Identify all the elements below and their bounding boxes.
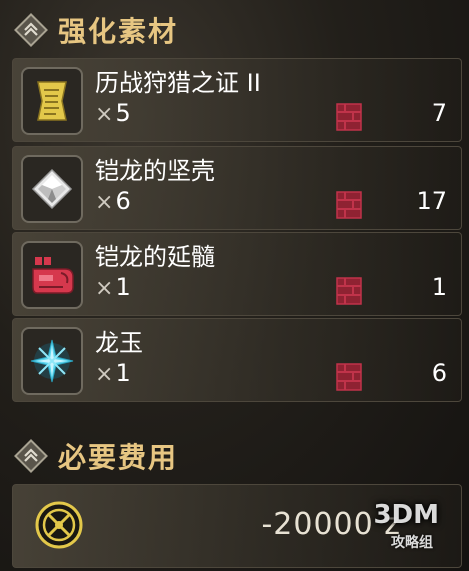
material-icon-frame xyxy=(21,241,83,309)
item-box-icon xyxy=(336,277,362,305)
material-row[interactable]: 铠龙的延髓 ×1 1 xyxy=(12,232,462,316)
material-icon-frame xyxy=(21,327,83,395)
material-row[interactable]: 铠龙的坚壳 ×6 17 xyxy=(12,146,462,230)
zenny-coin-icon xyxy=(35,501,83,549)
material-row[interactable]: 历战狩猎之证 II ×5 7 xyxy=(12,58,462,142)
material-icon-frame xyxy=(21,67,83,135)
watermark-logo: 3DM xyxy=(373,500,439,530)
material-name: 铠龙的延髓 xyxy=(95,243,215,271)
owned-quantity: 17 xyxy=(416,187,447,215)
watermark-subtitle: 攻略组 xyxy=(391,535,433,551)
owned-quantity: 1 xyxy=(431,273,447,301)
item-box-icon xyxy=(336,103,362,131)
owned-quantity: 6 xyxy=(431,359,447,387)
material-name: 历战狩猎之证 II xyxy=(95,69,261,97)
item-box-icon xyxy=(336,363,362,391)
cost-title: 必要费用 xyxy=(58,441,179,474)
cost-header: 必要费用 xyxy=(14,438,178,474)
scroll-icon xyxy=(37,81,67,121)
material-icon-frame xyxy=(21,155,83,223)
item-box-icon xyxy=(336,191,362,219)
diamond-section-icon xyxy=(14,439,48,473)
required-quantity: ×6 xyxy=(95,187,131,215)
required-quantity: ×5 xyxy=(95,99,131,127)
monster-part-icon xyxy=(32,257,74,294)
material-name: 龙玉 xyxy=(95,329,143,357)
diamond-section-icon xyxy=(14,13,48,47)
materials-title: 强化素材 xyxy=(58,15,179,48)
material-row[interactable]: 龙玉 ×1 6 xyxy=(12,318,462,402)
material-name: 铠龙的坚壳 xyxy=(95,157,215,185)
owned-quantity: 7 xyxy=(431,99,447,127)
shell-icon xyxy=(31,168,73,210)
required-quantity: ×1 xyxy=(95,359,131,387)
jewel-icon xyxy=(30,339,74,383)
materials-header: 强化素材 xyxy=(14,12,178,48)
required-quantity: ×1 xyxy=(95,273,131,301)
